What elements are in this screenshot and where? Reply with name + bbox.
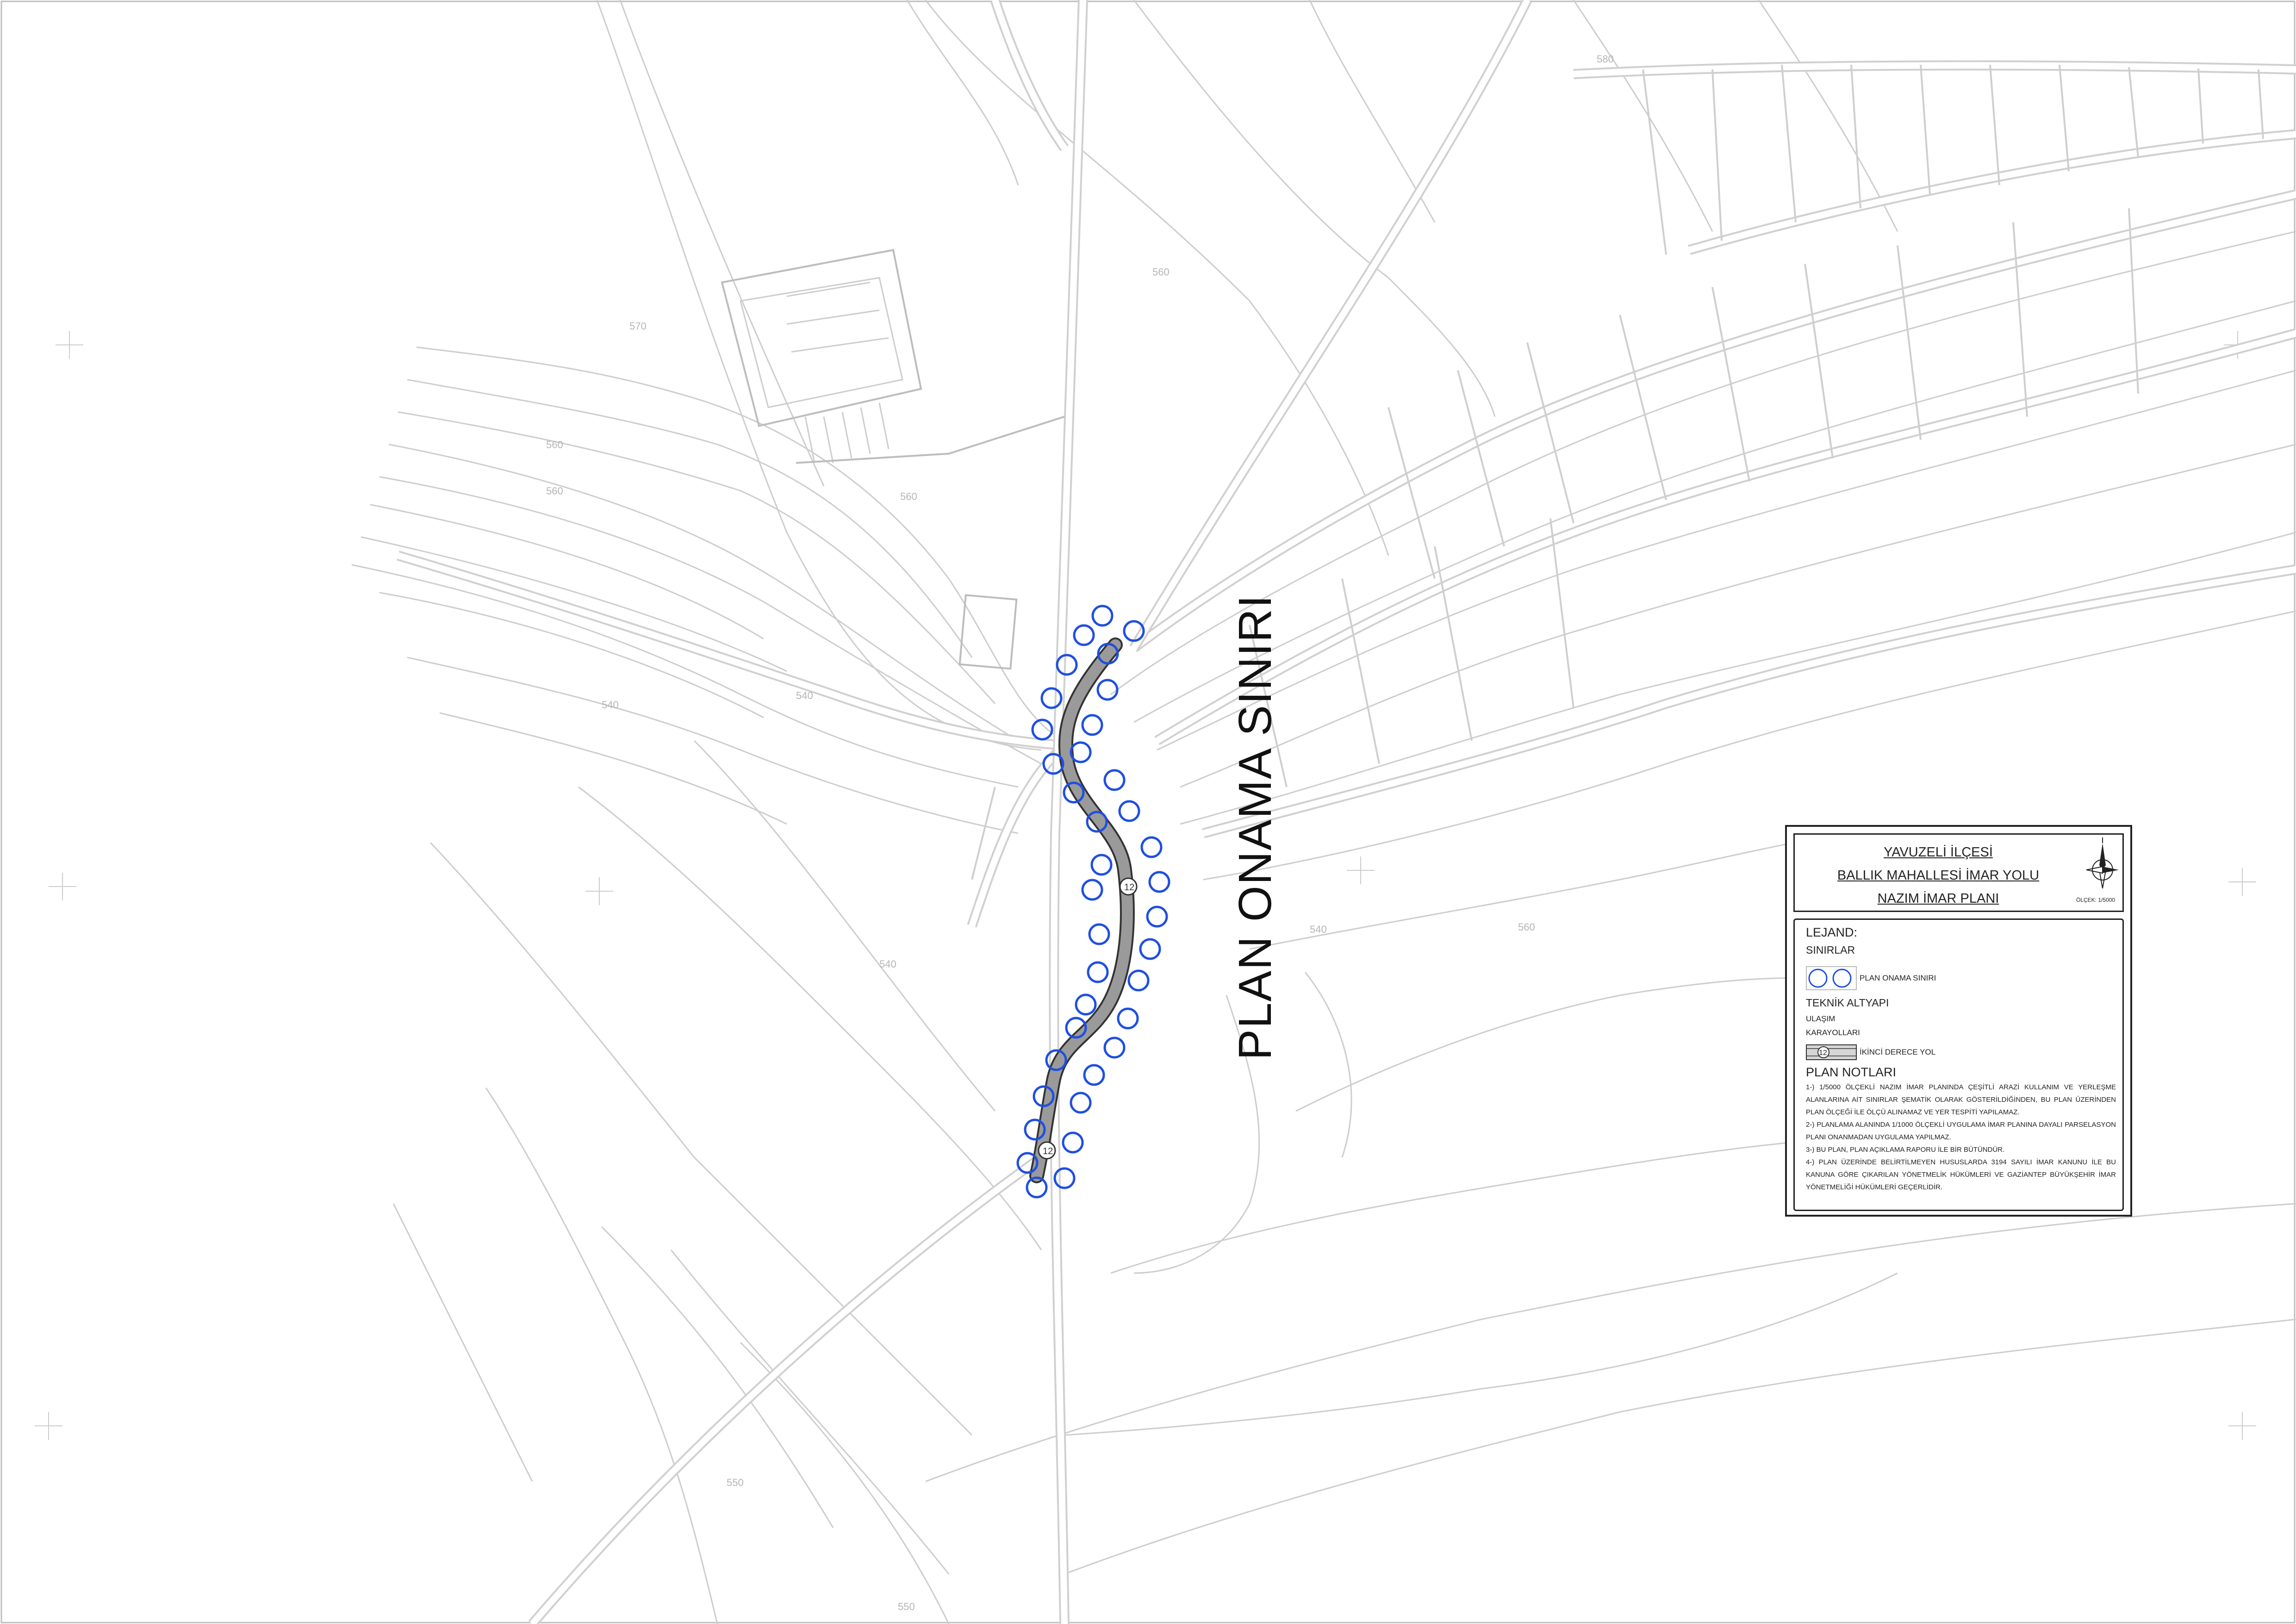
- elevation-label: 580: [1597, 53, 1614, 65]
- legend-panel: YAVUZELİ İLÇESİ BALLIK MAHALLESİ İMAR YO…: [1785, 825, 2132, 1217]
- legend-section-infra: TEKNİK ALTYAPI: [1806, 997, 1889, 1009]
- title-line-project: BALLIK MAHALLESİ İMAR YOLU: [1837, 868, 2040, 883]
- road-number: 12: [1124, 882, 1134, 893]
- plan-note: 3-) BU PLAN, PLAN AÇIKLAMA RAPORU İLE Bİ…: [1806, 1146, 2005, 1154]
- boundary-circle: [1070, 1092, 1092, 1114]
- boundary-circle: [1081, 714, 1103, 736]
- boundary-circle: [1062, 1131, 1084, 1154]
- plan-note: 2-) PLANLAMA ALANINDA 1/1000 ÖLÇEKLİ UYG…: [1806, 1121, 2116, 1141]
- elevation-label: 560: [1518, 921, 1535, 933]
- boundary-circle: [1087, 961, 1109, 983]
- legend-section-highways: KARAYOLLARI: [1806, 1028, 1860, 1037]
- plan-boundary-label-text: PLAN ONAMA SINIRI: [1229, 594, 1281, 1060]
- legend-section-boundaries: SINIRLAR: [1806, 944, 1855, 956]
- boundary-circle: [1096, 679, 1119, 701]
- elevation-label: 560: [1152, 266, 1170, 278]
- facility-block: [721, 249, 1065, 670]
- boundary-circle: [1103, 769, 1126, 791]
- elevation-label: 540: [879, 958, 896, 970]
- road-swatch-icon: 12: [1806, 1044, 1857, 1060]
- scale-label: ÖLÇEK: 1/5000: [2076, 897, 2116, 903]
- elevation-label: 550: [727, 1477, 744, 1488]
- boundary-swatch-icon: [1806, 966, 1857, 990]
- boundary-circle: [1073, 624, 1095, 646]
- boundary-circle: [1081, 879, 1103, 901]
- boundary-circle: [1031, 718, 1053, 741]
- plan-note: 4-) PLAN ÜZERİNDE BELİRTİLMEYEN HUSUSLAR…: [1806, 1158, 2116, 1191]
- boundary-circle: [1090, 854, 1113, 876]
- base-map: 570 560 560 540 540 540 560 540 560 550 …: [0, 0, 2296, 1624]
- plan-notes: 1-) 1/5000 ÖLÇEKLİ NAZIM İMAR PLANINDA Ç…: [1806, 1081, 2116, 1193]
- elevation-label: 550: [898, 1601, 915, 1612]
- legend-item-road: İKİNCİ DERECE YOL: [1860, 1048, 1936, 1056]
- legend-body: LEJAND: SINIRLAR PLAN ONAMA SINIRI TEKNİ…: [1793, 918, 2124, 1211]
- boundary-circle: [1103, 1037, 1126, 1059]
- boundary-circle: [1083, 1064, 1105, 1086]
- road-number: 12: [1043, 1146, 1053, 1156]
- elevation-label: 570: [629, 320, 647, 332]
- elevation-label: 540: [796, 690, 813, 701]
- sheet-frame: [0, 0, 2296, 1624]
- elevation-labels: 570 560 560 540 540 540 560 540 560 550 …: [546, 53, 1614, 1612]
- legend-item-boundary: PLAN ONAMA SINIRI: [1860, 974, 1936, 982]
- legend-heading: LEJAND:: [1806, 925, 1858, 939]
- elevation-label: 560: [546, 439, 563, 450]
- boundary-circle: [1070, 741, 1092, 763]
- boundary-circle: [1091, 605, 1114, 627]
- plan-boundary-circles: [1016, 605, 1170, 1199]
- boundary-circle: [1075, 993, 1097, 1016]
- title-line-plan-type: NAZIM İMAR PLANI: [1877, 891, 1999, 906]
- elevation-label: 540: [602, 699, 619, 711]
- elevation-label: 560: [546, 485, 563, 497]
- title-line-district: YAVUZELİ İLÇESİ: [1884, 845, 1993, 860]
- road-swatch-number: 12: [1819, 1049, 1827, 1057]
- legend-section-transport: ULAŞIM: [1806, 1014, 1836, 1023]
- title-block: YAVUZELİ İLÇESİ BALLIK MAHALLESİ İMAR YO…: [1793, 833, 2124, 912]
- elevation-label: 540: [1310, 924, 1327, 935]
- boundary-circle: [1117, 1007, 1139, 1030]
- boundary-circle: [1148, 871, 1170, 893]
- boundary-circle: [1140, 836, 1163, 858]
- plan-notes-heading: PLAN NOTLARI: [1806, 1065, 1897, 1079]
- boundary-circle: [1088, 923, 1110, 945]
- boundary-circle: [1118, 800, 1140, 822]
- contour-lines: [351, 0, 2296, 1624]
- boundary-circle: [1139, 938, 1161, 960]
- plan-note: 1-) 1/5000 ÖLÇEKLİ NAZIM İMAR PLANINDA Ç…: [1806, 1083, 2116, 1116]
- boundary-circle: [1146, 906, 1168, 928]
- elevation-label: 560: [900, 491, 917, 502]
- boundary-circle: [1127, 969, 1150, 992]
- field-parcels: [971, 64, 2264, 880]
